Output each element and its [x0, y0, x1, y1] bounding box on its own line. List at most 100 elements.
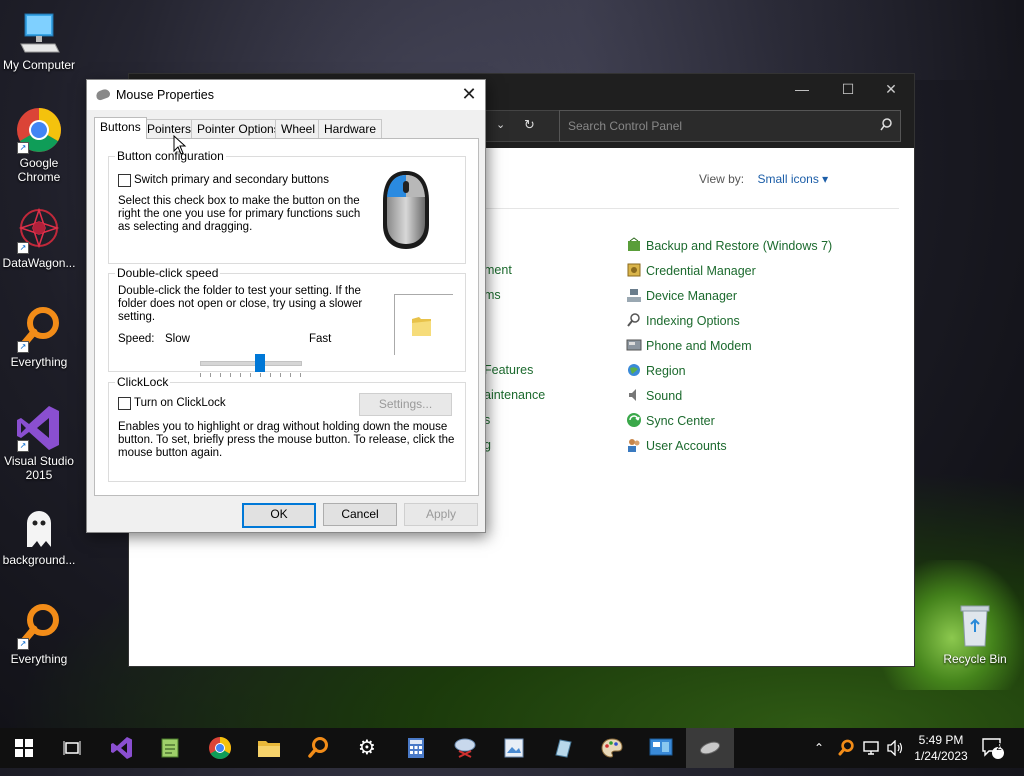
clicklock-checkbox[interactable]: [118, 397, 131, 410]
button-config-desc-line: Select this check box to make the button…: [118, 195, 360, 207]
cp-item-credential-manager[interactable]: Credential Manager: [626, 262, 756, 278]
close-button[interactable]: ✕: [459, 84, 479, 104]
cp-item-device-manager[interactable]: Device Manager: [626, 287, 737, 303]
desktop-icon-my-computer[interactable]: My Computer: [1, 8, 77, 72]
clicklock-settings-button[interactable]: Settings...: [359, 393, 452, 416]
desktop-icon-visual-studio[interactable]: ↗ Visual Studio 2015: [1, 404, 77, 482]
clicklock-desc-line: button. To set, briefly press the mouse …: [118, 434, 455, 446]
cp-item-backup-restore[interactable]: Backup and Restore (Windows 7): [626, 237, 832, 253]
notepad-plus-icon: [161, 738, 179, 758]
slider-tick: [200, 373, 201, 377]
slider-tick: [220, 373, 221, 377]
taskbar-everything[interactable]: [294, 728, 342, 768]
switch-buttons-label[interactable]: Switch primary and secondary buttons: [134, 174, 329, 187]
tray-volume[interactable]: [886, 728, 904, 768]
taskbar-control-panel[interactable]: [637, 728, 685, 768]
clock-date: 1/24/2023: [914, 749, 968, 763]
taskbar-clock[interactable]: 5:49 PM 1/24/2023: [912, 732, 970, 764]
taskbar-settings[interactable]: ⚙: [343, 728, 391, 768]
everything-magnifier-icon: ↗: [15, 305, 63, 353]
minimize-button[interactable]: —: [779, 74, 825, 104]
tab-wheel[interactable]: Wheel: [275, 119, 322, 138]
cp-item-label: User Accounts: [646, 439, 727, 453]
tab-hardware[interactable]: Hardware: [318, 119, 383, 138]
tray-overflow-chevron-icon[interactable]: ⌃: [814, 728, 824, 768]
desktop-icon-everything[interactable]: ↗ Everything: [1, 305, 77, 369]
search-input[interactable]: Search Control Panel: [559, 110, 901, 142]
taskbar-notepad-plus[interactable]: [146, 728, 194, 768]
cp-item-region[interactable]: Region: [626, 362, 686, 378]
taskbar-calculator[interactable]: [392, 728, 440, 768]
sky-texture: [140, 0, 1020, 80]
button-config-desc-line: as selecting and dragging.: [118, 221, 253, 233]
taskbar-snipping[interactable]: [441, 728, 489, 768]
search-icon: [880, 118, 892, 135]
cp-item-user-accounts[interactable]: User Accounts: [626, 437, 727, 453]
taskbar-visual-studio[interactable]: [98, 728, 146, 768]
cp-item-label: Region: [646, 364, 686, 378]
refresh-icon[interactable]: ↻: [524, 117, 535, 133]
taskbar-file-explorer[interactable]: [245, 728, 293, 768]
cp-item-indexing-options[interactable]: Indexing Options: [626, 312, 740, 328]
tray-everything[interactable]: [837, 728, 855, 768]
taskbar-app-notes[interactable]: [539, 728, 587, 768]
dialog-title: Mouse Properties: [116, 88, 214, 102]
control-panel-icon: [649, 738, 673, 756]
mouse-cursor-icon: [173, 135, 187, 155]
taskbar-paint[interactable]: [588, 728, 636, 768]
volume-icon: [887, 739, 903, 757]
tab-buttons[interactable]: Buttons: [94, 117, 147, 139]
double-click-speed-slider-thumb[interactable]: [255, 354, 265, 372]
taskbar-document-viewer[interactable]: [490, 728, 538, 768]
cp-item-phone-modem[interactable]: Phone and Modem: [626, 337, 752, 353]
tab-pointers[interactable]: Pointers: [141, 119, 198, 138]
clicklock-label[interactable]: Turn on ClickLock: [134, 397, 226, 410]
desktop-icon-background[interactable]: background...: [1, 503, 77, 567]
start-button[interactable]: [0, 728, 48, 768]
paint-palette-icon: [601, 738, 623, 758]
slow-label: Slow: [165, 333, 190, 345]
tab-pointer-options[interactable]: Pointer Options: [191, 119, 286, 138]
address-dropdown-icon[interactable]: ⌄: [496, 118, 505, 131]
group-title: Button configuration: [115, 149, 226, 163]
notification-count: 2: [996, 742, 1002, 753]
maximize-button[interactable]: ☐: [825, 74, 871, 104]
device-manager-icon: [626, 287, 642, 303]
apply-button[interactable]: Apply: [404, 503, 478, 526]
visual-studio-icon: [111, 737, 132, 759]
desktop-icon-datawagon[interactable]: ↗ DataWagon...: [1, 206, 77, 270]
mouse-icon: [699, 741, 721, 755]
folder-icon: [412, 317, 431, 336]
calculator-icon: [408, 738, 424, 758]
cp-item-partial[interactable]: ms: [484, 288, 501, 302]
ok-button[interactable]: OK: [242, 503, 316, 528]
desktop-icon-everything-2[interactable]: ↗ Everything: [1, 602, 77, 666]
taskbar-mouse-properties[interactable]: [686, 728, 734, 768]
view-by-dropdown[interactable]: Small icons ▾: [757, 172, 828, 186]
cancel-button[interactable]: Cancel: [323, 503, 397, 526]
tray-network[interactable]: [862, 728, 880, 768]
cp-item-partial[interactable]: Features: [484, 363, 533, 377]
dialog-titlebar: Mouse Properties ✕: [87, 80, 485, 110]
cp-item-sound[interactable]: Sound: [626, 387, 682, 403]
double-click-speed-slider-track[interactable]: [200, 361, 302, 366]
desktop-icon-chrome[interactable]: ↗ Google Chrome: [1, 106, 77, 184]
slider-tick: [250, 373, 251, 377]
mouse-illustration-icon: [379, 167, 433, 254]
test-folder[interactable]: [394, 294, 453, 355]
desktop-icon-label: DataWagon...: [2, 256, 76, 270]
view-by-label: View by:: [699, 172, 745, 186]
close-button[interactable]: ✕: [868, 74, 914, 104]
cp-item-sync-center[interactable]: Sync Center: [626, 412, 715, 428]
task-view-button[interactable]: [48, 728, 96, 768]
desktop-icon-recycle-bin[interactable]: Recycle Bin: [937, 602, 1013, 666]
folder-icon: [258, 741, 280, 757]
cp-item-partial[interactable]: aintenance: [484, 388, 545, 402]
taskbar-chrome[interactable]: [196, 728, 244, 768]
switch-buttons-checkbox[interactable]: [118, 174, 131, 187]
action-center-button[interactable]: 2: [980, 728, 1006, 768]
mouse-properties-dialog: Mouse Properties ✕ Buttons Pointers Poin…: [86, 79, 486, 533]
chrome-icon: [209, 737, 231, 759]
double-click-desc-line: setting.: [118, 311, 156, 323]
cp-item-partial[interactable]: ment: [484, 263, 512, 277]
